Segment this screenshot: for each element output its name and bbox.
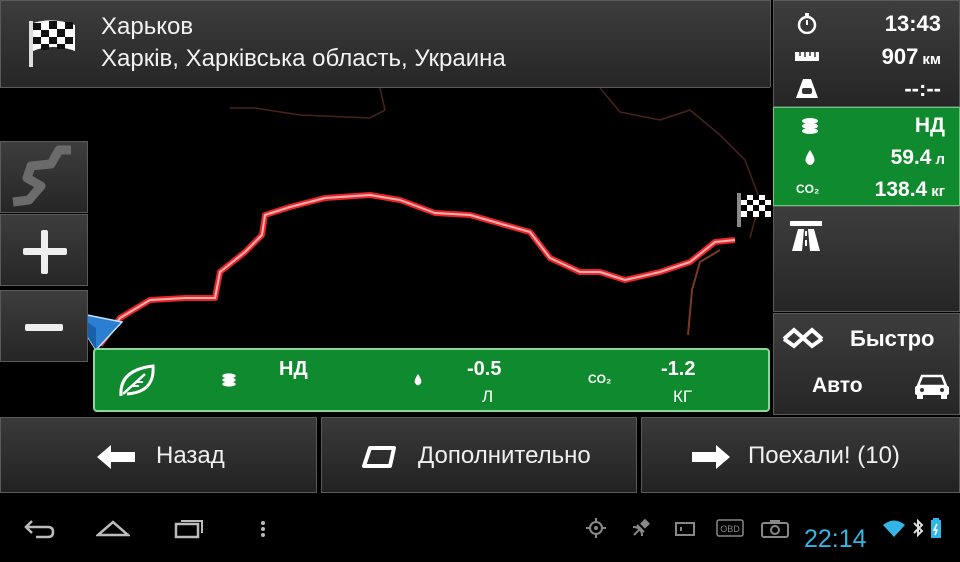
eco-co2-label: CO₂	[588, 372, 612, 386]
trip-info-panel[interactable]: 13:43 907 км --:--	[773, 0, 960, 107]
eco-co2-unit: КГ	[673, 387, 693, 406]
back-nav-icon[interactable]	[22, 517, 56, 541]
back-label: Назад	[156, 442, 225, 469]
region-border	[599, 87, 761, 239]
co2-row: CO₂ 138.4 кг	[774, 174, 960, 206]
fuel-row: 59.4 л	[774, 142, 960, 174]
system-clock: 22:14	[804, 525, 867, 553]
highway-icon	[790, 221, 822, 251]
obd-icon: OBD	[716, 519, 744, 537]
eco-summary-bar[interactable]: НД -0.5 Л CO₂ -1.2 КГ	[93, 348, 770, 412]
eta-row: --:--	[774, 72, 960, 104]
svg-text:OBD: OBD	[720, 524, 740, 534]
winding-road-icon	[12, 145, 71, 207]
more-button[interactable]: Дополнительно	[321, 417, 637, 493]
road-car-icon	[796, 79, 818, 98]
cost-value: НД	[914, 114, 945, 137]
leaf-icon	[119, 364, 155, 397]
route-mode-panel[interactable]: Быстро Авто	[773, 313, 960, 415]
vehicle-label: Авто	[812, 374, 863, 397]
battery-icon	[931, 518, 941, 538]
arrow-left-icon	[97, 445, 135, 469]
coins-icon	[802, 118, 818, 134]
cost-row: НД	[774, 110, 960, 142]
gps-icon	[586, 518, 606, 538]
consumption-panel[interactable]: НД 59.4 л CO₂ 138.4 кг	[773, 107, 960, 206]
wifi-icon	[883, 520, 905, 537]
co2-label: CO₂	[796, 182, 820, 196]
route-method-icon	[782, 327, 824, 349]
destination-address: Харків, Харківська область, Украина	[101, 45, 506, 72]
checkered-flag-icon	[29, 20, 75, 67]
go-button[interactable]: Поехали! (10)	[641, 417, 960, 493]
more-label: Дополнительно	[418, 442, 591, 469]
satellite-icon	[632, 518, 650, 537]
region-border	[230, 87, 386, 119]
eco-fuel-drop-icon	[414, 374, 422, 386]
camera-icon	[761, 520, 789, 538]
fuel-value: 59.4 л	[890, 146, 945, 169]
eco-fuel-value: -0.5	[467, 358, 502, 380]
highway-panel[interactable]	[773, 206, 960, 312]
recent-apps-icon[interactable]	[172, 517, 206, 541]
eco-coins-icon	[222, 373, 236, 387]
route-line	[97, 192, 736, 347]
eco-cost-value: НД	[279, 358, 308, 380]
zoom-in-button[interactable]	[0, 214, 88, 286]
bluetooth-icon	[913, 518, 924, 538]
trip-eta: --:--	[904, 76, 941, 101]
minus-icon	[25, 324, 63, 331]
car-icon	[915, 374, 949, 399]
eco-co2-value: -1.2	[661, 358, 696, 380]
home-nav-icon[interactable]	[96, 517, 130, 541]
eco-fuel-unit: Л	[482, 387, 494, 406]
destination-header[interactable]: Харьков Харків, Харківська область, Укра…	[0, 0, 771, 88]
time-row: 13:43	[774, 7, 960, 39]
distance-row: 907 км	[774, 40, 960, 72]
more-options-icon	[362, 446, 396, 468]
sim-icon	[675, 522, 695, 536]
go-label: Поехали! (10)	[748, 442, 900, 469]
plus-icon	[23, 230, 67, 274]
stopwatch-icon	[797, 13, 817, 34]
route-overview-button[interactable]	[0, 141, 88, 213]
ruler-icon	[795, 52, 819, 61]
co2-value: 138.4 кг	[874, 178, 945, 201]
arrow-right-icon	[692, 445, 730, 469]
destination-city: Харьков	[101, 13, 194, 40]
route-method-label: Быстро	[850, 326, 935, 351]
trip-time: 13:43	[884, 11, 941, 36]
zoom-out-button[interactable]	[0, 290, 88, 362]
back-button[interactable]: Назад	[0, 417, 317, 493]
menu-dots-icon[interactable]	[258, 517, 268, 541]
fuel-drop-icon	[805, 150, 815, 165]
trip-distance: 907 км	[881, 44, 941, 69]
